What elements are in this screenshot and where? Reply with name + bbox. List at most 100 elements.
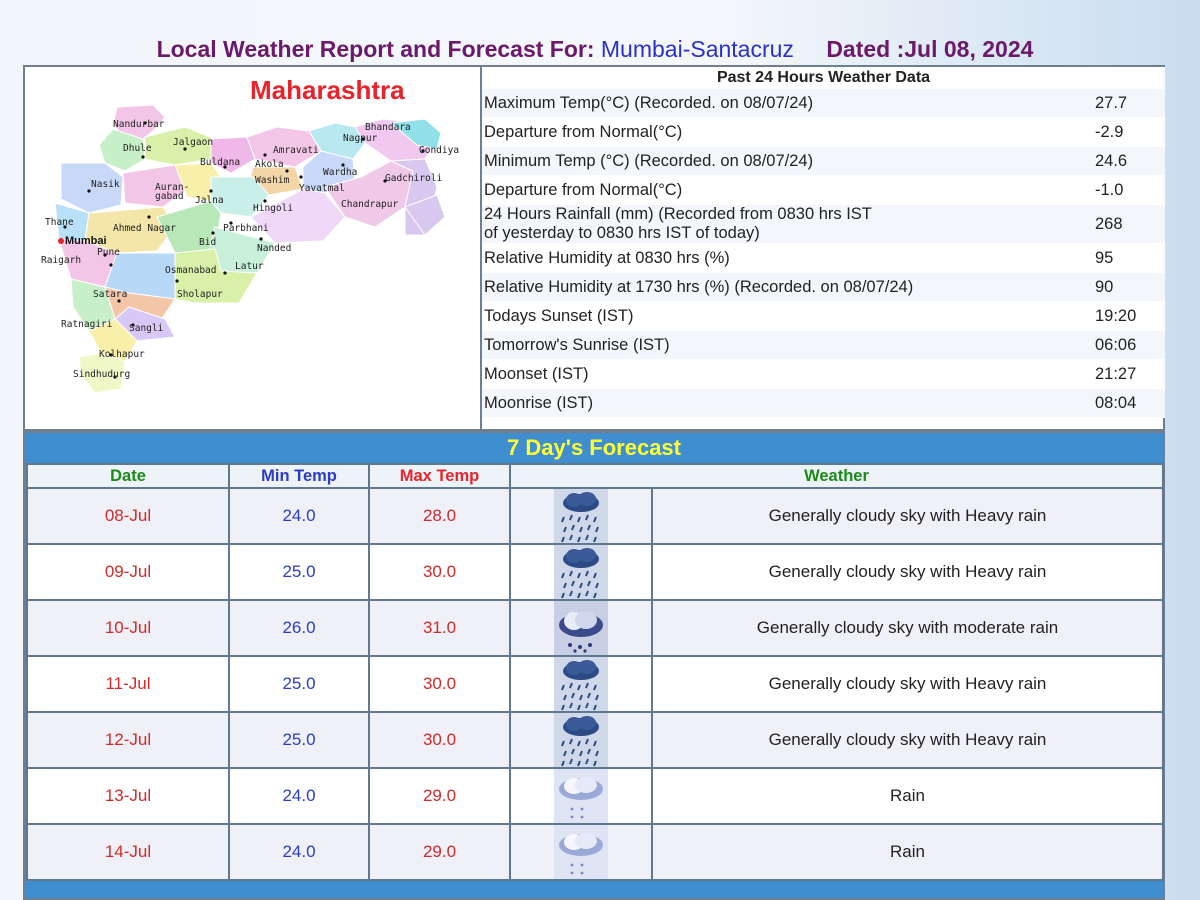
- past-24h-label-line: Departure from Normal(°C): [484, 122, 683, 141]
- map-label-ahmednagar: Ahmed Nagar: [113, 223, 176, 234]
- map-label-nandurbar: Nandurbar: [113, 119, 165, 130]
- title-prefix: Local Weather Report and Forecast For:: [156, 36, 595, 62]
- forecast-weather: Generally cloudy sky with Heavy rain: [651, 655, 1164, 713]
- forecast-max-temp: 28.0: [368, 487, 511, 545]
- map-label-bid: Bid: [199, 237, 217, 248]
- forecast-date: 12-Jul: [26, 711, 230, 769]
- heavy-rain-icon: [554, 545, 608, 599]
- past-24h-row: 24 Hours Rainfall (mm) (Recorded from 08…: [482, 205, 1165, 244]
- map-label-sholapur: Sholapur: [177, 289, 223, 300]
- forecast-date: 09-Jul: [26, 543, 230, 601]
- forecast-panel: 7 Day's Forecast Date Min Temp Max Temp …: [23, 431, 1165, 900]
- forecast-icon-cell: [509, 599, 653, 657]
- map-label-latur: Latur: [235, 261, 264, 272]
- map-label-wardha: Wardha: [323, 167, 358, 178]
- past-24h-label-line: Tomorrow's Sunrise (IST): [484, 335, 670, 354]
- past-24h-value: 27.7: [1095, 93, 1128, 112]
- heavy-rain-icon: [554, 489, 608, 543]
- map-label-sindhudurg: Sindhudurg: [73, 369, 131, 380]
- header-min-temp: Min Temp: [228, 463, 370, 489]
- heavy-rain-icon: [554, 713, 608, 767]
- forecast-weather: Generally cloudy sky with Heavy rain: [651, 487, 1164, 545]
- map-label-akola: Akola: [255, 159, 284, 170]
- forecast-max-temp: 30.0: [368, 655, 511, 713]
- forecast-date: 13-Jul: [26, 767, 230, 825]
- map-label-pune: Pune: [97, 247, 120, 258]
- past-24h-row: Departure from Normal(°C) -2.9: [482, 118, 1165, 147]
- page-title: Local Weather Report and Forecast For: M…: [0, 36, 1190, 63]
- forecast-min-temp: 24.0: [228, 767, 370, 825]
- map-title: Maharashtra: [250, 75, 405, 105]
- past-24h-label-line: Todays Sunset (IST): [484, 306, 634, 325]
- past-24h-value: 21:27: [1095, 364, 1137, 383]
- forecast-icon-cell: [509, 543, 653, 601]
- past-24h-value: 24.6: [1095, 151, 1128, 170]
- past-24h-label-line: Minimum Temp (°C) (Recorded. on 08/07/24…: [484, 151, 814, 170]
- rain-icon: [554, 769, 608, 823]
- map-label-chandrapur: Chandrapur: [341, 199, 399, 210]
- forecast-max-temp: 31.0: [368, 599, 511, 657]
- header-max-temp: Max Temp: [368, 463, 511, 489]
- header-date: Date: [26, 463, 230, 489]
- past-24h-label: Moonrise (IST): [482, 394, 1095, 413]
- map-label-washim: Washim: [255, 175, 290, 186]
- forecast-icon-cell: [509, 487, 653, 545]
- past-24h-row: Minimum Temp (°C) (Recorded. on 08/07/24…: [482, 147, 1165, 176]
- forecast-row: 09-Jul 25.0 30.0 Generally cloudy sky with …: [26, 543, 1164, 601]
- map-label-thane: Thane: [45, 217, 74, 228]
- past-24h-value: 90: [1095, 277, 1114, 296]
- map-label-nasik: Nasik: [91, 179, 120, 190]
- past-24h-label: Tomorrow's Sunrise (IST): [482, 336, 1095, 355]
- past-24h-value: -2.9: [1095, 122, 1124, 141]
- forecast-weather: Generally cloudy sky with moderate rain: [651, 599, 1164, 657]
- forecast-icon-cell: [509, 655, 653, 713]
- map-label-osmanabad: Osmanabad: [165, 265, 217, 276]
- forecast-min-temp: 24.0: [228, 487, 370, 545]
- map-label-mumbai: Mumbai: [65, 235, 107, 247]
- forecast-table: Date Min Temp Max Temp Weather 08-Jul 24.…: [26, 463, 1164, 881]
- header-weather: Weather: [509, 463, 1164, 489]
- forecast-date: 14-Jul: [26, 823, 230, 881]
- past-24h-table: Past 24 Hours Weather Data Maximum Temp(…: [482, 67, 1165, 429]
- past-24h-row: Moonrise (IST) 08:04: [482, 389, 1165, 418]
- past-24h-value: 08:04: [1095, 393, 1137, 412]
- past-24h-rows: Maximum Temp(°C) (Recorded. on 08/07/24)…: [482, 89, 1165, 418]
- map-label-nagpur: Nagpur: [343, 133, 378, 144]
- past-24h-row: Todays Sunset (IST) 19:20: [482, 302, 1165, 331]
- forecast-min-temp: 24.0: [228, 823, 370, 881]
- map-label-sangli: Sangli: [129, 323, 164, 334]
- past-24h-row: Tomorrow's Sunrise (IST) 06:06: [482, 331, 1165, 360]
- map-label-yavatmal: Yavatmal: [299, 183, 345, 194]
- forecast-row: 10-Jul 26.0 31.0 Generally cloudy sky with …: [26, 599, 1164, 657]
- heavy-rain-icon: [554, 657, 608, 711]
- past-24h-label-line: Relative Humidity at 0830 hrs (%): [484, 248, 730, 267]
- forecast-icon-cell: [509, 767, 653, 825]
- map-label-kolhapur: Kolhapur: [99, 349, 145, 360]
- forecast-max-temp: 30.0: [368, 711, 511, 769]
- past-24h-value: 06:06: [1095, 335, 1137, 354]
- past-24h-label: Todays Sunset (IST): [482, 307, 1095, 326]
- past-24h-label-line: Moonset (IST): [484, 364, 589, 383]
- forecast-body: 08-Jul 24.0 28.0 Generally cloudy sky with …: [26, 487, 1164, 881]
- forecast-min-temp: 26.0: [228, 599, 370, 657]
- forecast-icon-cell: [509, 823, 653, 881]
- past-24h-label: Relative Humidity at 0830 hrs (%): [482, 249, 1095, 268]
- forecast-date: 11-Jul: [26, 655, 230, 713]
- map-label-buldana: Buldana: [200, 157, 241, 168]
- past-24h-value: 19:20: [1095, 306, 1137, 325]
- forecast-row: 14-Jul 24.0 29.0 Rain: [26, 823, 1164, 881]
- past-24h-label-line: Relative Humidity at 1730 hrs (%) (Recor…: [484, 277, 914, 296]
- map-label-parbhani: Parbhani: [223, 223, 269, 234]
- past-24h-value: 268: [1095, 214, 1123, 233]
- rain-icon: [554, 825, 608, 879]
- map-label-dhule: Dhule: [123, 143, 152, 154]
- past-24h-heading: Past 24 Hours Weather Data: [482, 67, 1165, 89]
- map-label-jalgaon: Jalgaon: [173, 137, 214, 148]
- past-24h-value: 95: [1095, 248, 1114, 267]
- map-label-satara: Satara: [93, 289, 128, 300]
- state-map: Maharashtra Nandurbar Dhule Jalgaon Buld…: [25, 67, 482, 429]
- forecast-weather: Rain: [651, 823, 1164, 881]
- past-24h-label-line: Maximum Temp(°C) (Recorded. on 08/07/24): [484, 93, 814, 112]
- past-24h-label: Departure from Normal(°C): [482, 123, 1095, 142]
- map-label-nanded: Nanded: [257, 243, 292, 254]
